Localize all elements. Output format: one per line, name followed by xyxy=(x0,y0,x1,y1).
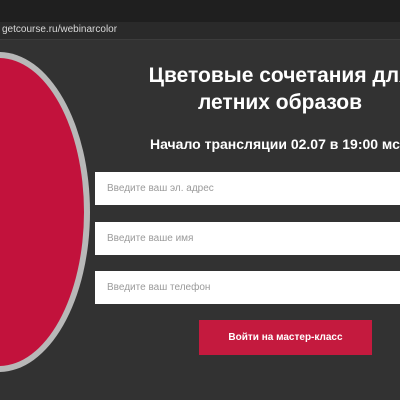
page-title: Цветовые сочетания для летних образов xyxy=(148,64,400,114)
hero-photo xyxy=(0,58,84,366)
broadcast-start-text: Начало трансляции 02.07 в 19:00 мск xyxy=(150,136,400,152)
landing-page: Цветовые сочетания для летних образов На… xyxy=(0,40,400,400)
browser-tab-strip xyxy=(0,0,400,22)
email-field[interactable] xyxy=(95,172,400,205)
address-url[interactable]: getcourse.ru/webinarcolor xyxy=(2,24,117,35)
name-field[interactable] xyxy=(95,222,400,255)
phone-field[interactable] xyxy=(95,271,400,304)
address-bar[interactable]: getcourse.ru/webinarcolor xyxy=(0,22,400,40)
join-masterclass-button[interactable]: Войти на мастер-класс xyxy=(199,320,372,355)
